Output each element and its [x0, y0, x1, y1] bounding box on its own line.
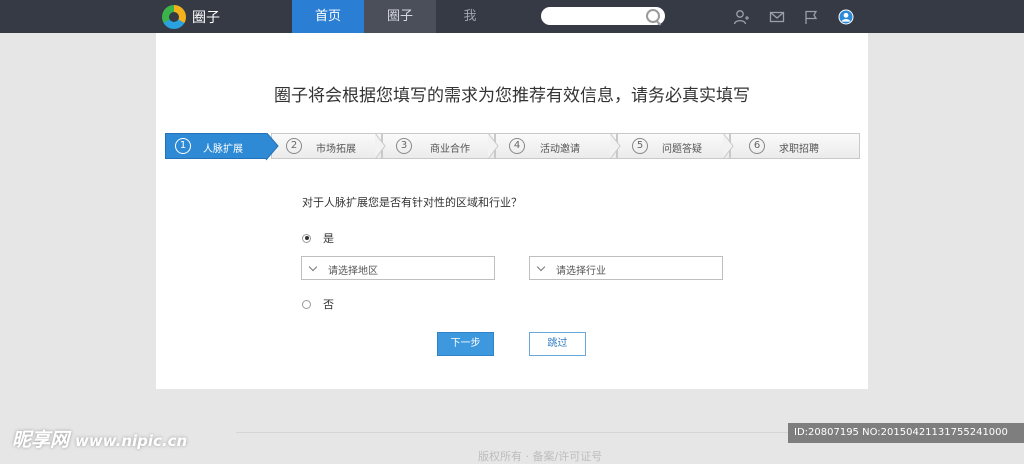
question-text: 对于人脉扩展您是否有针对性的区域和行业？ — [302, 196, 522, 209]
next-step-button[interactable]: 下一步 — [437, 332, 494, 356]
step-label: 商业合作 — [430, 144, 470, 155]
search-icon[interactable] — [646, 9, 660, 23]
watermark-brand-text: 昵享网 — [12, 429, 70, 451]
watermark-url: www.nipic.cn — [75, 432, 188, 450]
step-number: 6 — [749, 138, 765, 154]
region-select-text: 请选择地区 — [328, 266, 378, 277]
option-no-label: 否 — [323, 298, 334, 311]
watermark-brand: 昵享网 www.nipic.cn — [12, 425, 187, 452]
step-2[interactable]: 2 市场拓展 — [271, 133, 382, 159]
step-label: 市场拓展 — [316, 144, 356, 155]
step-label: 问题答疑 — [662, 144, 702, 155]
step-label: 活动邀请 — [540, 144, 580, 155]
step-6[interactable]: 6 求职招聘 — [730, 133, 860, 159]
nav-tab-home[interactable]: 首页 — [292, 0, 364, 33]
logo-mark-icon — [162, 5, 186, 29]
step-4[interactable]: 4 活动邀请 — [495, 133, 617, 159]
step-number: 3 — [396, 138, 412, 154]
step-3[interactable]: 3 商业合作 — [382, 133, 495, 159]
radio-no[interactable] — [302, 299, 311, 309]
step-number: 5 — [632, 138, 648, 154]
chevron-down-icon — [308, 262, 318, 272]
flag-icon[interactable] — [803, 9, 819, 25]
option-no[interactable]: 否 — [302, 296, 334, 312]
top-navbar: 圈子 首页 圈子 我 — [0, 0, 1024, 33]
logo[interactable]: 圈子 — [162, 5, 220, 29]
footer-divider — [236, 432, 788, 433]
nav-tab-me[interactable]: 我 — [436, 0, 504, 33]
step-5[interactable]: 5 问题答疑 — [617, 133, 730, 159]
industry-select[interactable]: 请选择行业 — [529, 256, 723, 280]
watermark-id: ID:20807195 NO:20150421131755241000 — [788, 423, 1024, 443]
skip-button[interactable]: 跳过 — [529, 332, 586, 356]
nav-tab-circle[interactable]: 圈子 — [364, 0, 436, 33]
main-panel: 圈子将会根据您填写的需求为您推荐有效信息，请务必真实填写 1 人脉扩展 2 市场… — [156, 33, 868, 389]
chevron-down-icon — [536, 262, 546, 272]
footer-text: 版权所有 · 备案/许可证号 — [478, 450, 603, 463]
step-label: 求职招聘 — [779, 144, 819, 155]
avatar-icon[interactable] — [838, 9, 854, 25]
mail-icon[interactable] — [769, 9, 785, 25]
radio-yes[interactable] — [302, 233, 311, 243]
industry-select-text: 请选择行业 — [556, 266, 606, 277]
logo-text: 圈子 — [192, 10, 220, 26]
step-number: 1 — [175, 138, 191, 154]
step-number: 2 — [286, 138, 302, 154]
step-label: 人脉扩展 — [203, 144, 243, 155]
step-progress: 1 人脉扩展 2 市场拓展 3 商业合作 4 活动邀请 5 问题答疑 6 求职招… — [165, 133, 860, 161]
step-number: 4 — [509, 138, 525, 154]
step-1[interactable]: 1 人脉扩展 — [165, 133, 271, 159]
user-add-icon[interactable] — [733, 9, 749, 25]
option-yes[interactable]: 是 — [302, 230, 334, 246]
region-select[interactable]: 请选择地区 — [301, 256, 495, 280]
option-yes-label: 是 — [323, 232, 334, 245]
page-headline: 圈子将会根据您填写的需求为您推荐有效信息，请务必真实填写 — [274, 86, 750, 106]
